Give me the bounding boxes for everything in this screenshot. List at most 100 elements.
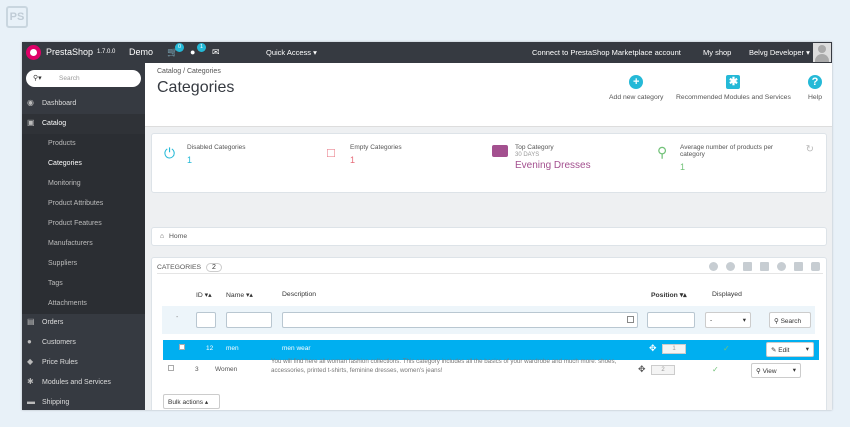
table-row[interactable]: 3 Women You will find here all woman fas… xyxy=(163,358,819,384)
search-icon: ⚲ xyxy=(756,368,761,375)
sidebar-item-label: Catalog xyxy=(42,120,67,127)
bookmark-icon: □ xyxy=(327,145,335,160)
submenu-monitoring[interactable]: Monitoring xyxy=(22,174,145,194)
kpi-empty-categories[interactable]: □ Empty Categories 1 xyxy=(327,144,402,165)
user-menu[interactable]: Belvg Developer ▾ xyxy=(749,48,810,57)
customers-icon: ● xyxy=(27,337,32,346)
kpi-top-category[interactable]: Top Category 30 DAYS Evening Dresses xyxy=(492,144,591,171)
view-button[interactable]: ⚲ View ▾ xyxy=(751,363,801,378)
text-icon xyxy=(627,316,634,323)
sidebar-item-label: Orders xyxy=(42,319,64,326)
breadcrumb[interactable]: Catalog / Categories xyxy=(157,68,221,75)
kpi-label: Disabled Categories xyxy=(187,144,246,151)
row-id: 12 xyxy=(206,345,214,352)
submenu-label: Product Attributes xyxy=(48,200,104,207)
help-button[interactable]: ? Help xyxy=(808,75,822,101)
search-button[interactable]: ⚲ Search xyxy=(769,312,811,328)
sidebar-search[interactable]: ⚲▾ Search xyxy=(26,70,141,87)
submenu-attachments[interactable]: Attachments xyxy=(22,294,145,314)
chevron-down-icon: ▾ xyxy=(792,367,796,374)
cart-badge: 0 xyxy=(175,43,184,52)
filter-position-input[interactable] xyxy=(647,312,695,328)
user-avatar[interactable] xyxy=(813,43,831,62)
kpi-value: Evening Dresses xyxy=(515,160,591,171)
sidebar-item-customers[interactable]: ● Customers xyxy=(22,333,145,353)
categories-table-panel: CATEGORIES 2 ID ▾▴ Name ▾▴ Description P… xyxy=(151,257,827,410)
plus-circle-icon: + xyxy=(629,75,644,89)
sidebar-item-shipping[interactable]: ▬ Shipping xyxy=(22,393,145,410)
catalog-icon: ▣ xyxy=(27,118,35,127)
customers-notify-icon[interactable]: ● xyxy=(190,47,195,57)
table-row[interactable]: 12 men men wear ✥ 1 ✓ ✎ Edit ▾ xyxy=(163,340,819,360)
submenu-tags[interactable]: Tags xyxy=(22,274,145,294)
submenu-categories[interactable]: Categories xyxy=(22,154,145,174)
filter-name-input[interactable] xyxy=(226,312,272,328)
submenu-product-attributes[interactable]: Product Attributes xyxy=(22,194,145,214)
add-new-category-label: Add new category xyxy=(609,94,664,101)
sidebar-item-catalog[interactable]: ▣ Catalog xyxy=(22,114,145,134)
submenu-label: Manufacturers xyxy=(48,240,93,247)
puzzle-icon: ✱ xyxy=(27,377,34,386)
messages-icon[interactable]: ✉ xyxy=(212,47,220,58)
add-new-category-button[interactable]: + Add new category xyxy=(609,75,663,101)
chevron-down-icon: ▾ xyxy=(742,317,746,324)
kpi-label: Top Category xyxy=(515,144,554,151)
sidebar-item-price-rules[interactable]: ◆ Price Rules xyxy=(22,353,145,373)
tag-icon: ◆ xyxy=(27,357,34,366)
home-link[interactable]: Home xyxy=(169,233,187,240)
bulk-actions-button[interactable]: Bulk actions ▴ xyxy=(163,394,220,409)
recommended-modules-button[interactable]: ✱ Recommended Modules and Services xyxy=(676,75,791,101)
submenu-product-features[interactable]: Product Features xyxy=(22,214,145,234)
submenu-label: Attachments xyxy=(48,300,87,307)
submenu-label: Suppliers xyxy=(48,260,78,267)
submenu-label: Products xyxy=(48,140,76,147)
row-position: 1 xyxy=(662,344,686,354)
database-icon[interactable] xyxy=(811,262,820,271)
displayed-check-icon[interactable]: ✓ xyxy=(712,365,719,374)
search-icon: ⚲▾ xyxy=(33,75,42,82)
kpi-disabled-categories[interactable]: ⏻ Disabled Categories 1 xyxy=(164,144,246,165)
main-content: Catalog / Categories Categories + Add ne… xyxy=(145,63,832,410)
edit-button[interactable]: ✎ Edit ▾ xyxy=(766,342,814,357)
displayed-check-icon[interactable]: ✓ xyxy=(723,344,730,353)
drag-handle-icon[interactable]: ✥ xyxy=(638,364,646,375)
sidebar-item-modules[interactable]: ✱ Modules and Services xyxy=(22,373,145,393)
submenu-manufacturers[interactable]: Manufacturers xyxy=(22,234,145,254)
search-icon: ⚲ xyxy=(657,144,668,160)
col-position-header[interactable]: Position ▾▴ xyxy=(651,291,687,299)
row-checkbox[interactable] xyxy=(179,344,185,350)
kpi-average-products[interactable]: ⚲ Average number of products per categor… xyxy=(657,144,797,172)
table-count-badge: 2 xyxy=(205,263,222,272)
filter-description-input[interactable] xyxy=(282,312,638,328)
col-id-header[interactable]: ID ▾▴ xyxy=(196,291,212,299)
sidebar-item-label: Price Rules xyxy=(42,359,78,366)
kpi-label: Empty Categories xyxy=(350,144,402,151)
refresh-icon[interactable]: ↻ xyxy=(806,144,814,155)
edit-icon[interactable] xyxy=(743,262,752,271)
kpi-label: Average number of products per category xyxy=(680,144,774,158)
puzzle-piece-icon: ✱ xyxy=(726,75,741,89)
drag-handle-icon[interactable]: ✥ xyxy=(649,343,657,354)
edit-button-label: Edit xyxy=(778,347,790,354)
filter-displayed-select[interactable]: - ▾ xyxy=(705,312,751,328)
brand-name: PrestaShop xyxy=(46,47,94,57)
add-icon[interactable] xyxy=(709,262,718,271)
image-icon[interactable] xyxy=(760,262,769,271)
terminal-icon[interactable] xyxy=(794,262,803,271)
cloud-upload-icon[interactable] xyxy=(726,262,735,271)
sidebar-item-orders[interactable]: ▤ Orders xyxy=(22,313,145,333)
sidebar-item-dashboard[interactable]: ◉ Dashboard xyxy=(22,94,145,114)
quick-access-menu[interactable]: Quick Access ▾ xyxy=(266,48,317,57)
my-shop-link[interactable]: My shop xyxy=(703,48,731,57)
filter-id-input[interactable] xyxy=(196,312,216,328)
submenu-suppliers[interactable]: Suppliers xyxy=(22,254,145,274)
prestashop-logo-icon[interactable] xyxy=(26,45,41,60)
marketplace-link[interactable]: Connect to PrestaShop Marketplace accoun… xyxy=(532,48,681,57)
table-title-text: CATEGORIES xyxy=(157,264,202,271)
submenu-label: Product Features xyxy=(48,220,102,227)
row-checkbox[interactable] xyxy=(168,365,174,371)
col-name-header[interactable]: Name ▾▴ xyxy=(226,291,253,299)
submenu-products[interactable]: Products xyxy=(22,134,145,154)
submenu-label: Tags xyxy=(48,280,63,287)
refresh-icon[interactable] xyxy=(777,262,786,271)
